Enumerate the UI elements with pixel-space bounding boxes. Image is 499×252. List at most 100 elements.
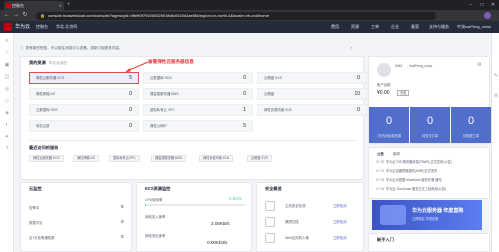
nav-resources[interactable]: 资源 [351, 21, 359, 33]
resource-cell[interactable]: 云硬盘 EVS 0 [257, 72, 367, 84]
resource-count: 0 [357, 107, 360, 113]
recent-service-chip[interactable]: 云硬盘 EVS [247, 155, 272, 162]
alarm-count[interactable]: 0 [121, 219, 124, 224]
recent-service-chip[interactable]: 弹性云服务器 ECS [29, 155, 64, 162]
resource-cell[interactable]: 裸金属服务器 BMS 0 [143, 88, 253, 100]
guide-card: 新手入门 [368, 233, 490, 252]
resource-cell[interactable]: 弹性伸缩 AS 0 [29, 88, 139, 100]
security-check-link[interactable]: 立即检测 [333, 219, 347, 224]
security-title: 安全概览 [265, 186, 282, 191]
settings-icon[interactable]: ✦ [4, 134, 10, 140]
ecs-monitor-card: ECS资源监控 CPU使用率 0.83% 网络流入速率 2.06KB/s 网络流… [136, 182, 252, 252]
security-icon[interactable]: ◈ [4, 110, 10, 116]
nav-console[interactable]: 控制台 [36, 21, 48, 33]
news-item[interactable]: 07-05 华为云 Dunzhuan 服务正式上线商用(公告) [376, 186, 446, 191]
chat-icon[interactable]: ✉ [493, 93, 499, 99]
recent-service-chip[interactable]: 虚拟私有云VPC [109, 155, 140, 162]
avatar[interactable] [377, 63, 391, 77]
divider [29, 140, 357, 141]
stat-unpaid-orders[interactable]: 0 待支付订单 [410, 107, 450, 143]
help-icon[interactable]: ? [4, 146, 10, 152]
browser-tab[interactable]: 控制台 ✕ [4, 1, 64, 10]
balance-label: 账户余额 [377, 83, 391, 87]
huawei-logo-icon[interactable] [4, 23, 12, 31]
forward-icon[interactable]: → [12, 11, 20, 20]
recent-service-chip[interactable]: 弹性负载均衡 ELB [199, 155, 234, 162]
recent-service-chip[interactable]: 裸金属服务器 BMS [151, 155, 186, 162]
resource-cell[interactable]: 域名注册 0 [29, 120, 139, 132]
security-label: Web应用防火墙 [285, 236, 309, 240]
resources-region: 华北-北京四 [48, 61, 67, 65]
resource-cell[interactable]: 虚拟私有云 VPC 1 [143, 104, 253, 116]
settings-gear-icon[interactable]: ⚙ [477, 62, 481, 68]
news-item[interactable]: 07-09 华为云大数据 ModelArts 服务开通 通知 [376, 177, 441, 182]
resource-label: 弹性负载均衡 ELB [264, 108, 292, 112]
minimize-icon[interactable]: – [466, 0, 476, 10]
resources-card: 我的资源 华北-北京四 弹性云服务器 ECS 5 云数据库 RDS 0 云硬盘 E… [20, 56, 367, 180]
back-icon[interactable]: ← [3, 11, 11, 20]
resource-cell[interactable]: 云数据库 RDS 0 [29, 104, 139, 116]
info-icon: ⓘ [20, 46, 24, 50]
database-icon[interactable]: ◇ [4, 98, 10, 104]
browser-profile-avatar[interactable] [484, 12, 491, 19]
alarm-label: 告警中 [29, 206, 40, 210]
monitor-icon[interactable]: ◐ [4, 122, 10, 128]
favorites-icon[interactable]: ☆ [4, 50, 10, 56]
huawei-favicon-icon [6, 3, 11, 8]
stat-renewal[interactable]: 0 7天内待续费资源 [369, 107, 409, 143]
brand-name[interactable]: 华为云 [15, 21, 30, 33]
maximize-icon[interactable]: □ [477, 0, 487, 10]
recent-services-title: 最近访问的服务 [29, 145, 59, 150]
nav-filing[interactable]: 备案 [411, 21, 419, 33]
notice-bar: ⓘ 您有新的短信，可以前往消息中心查看。或新订阅更多内容。 ✕ [20, 44, 360, 52]
resource-cell[interactable]: 弹性公网IP 5 [143, 120, 253, 132]
recharge-button[interactable]: 充值 [397, 90, 410, 96]
nav-enterprise[interactable]: 企业 [391, 21, 399, 33]
security-label: 漏洞扫描 [285, 220, 299, 224]
resource-count: 1 [243, 107, 246, 113]
network-icon[interactable]: ◎ [4, 86, 10, 92]
security-check-link[interactable]: 立即检测 [333, 235, 347, 240]
region-selector[interactable]: 华北-北京四 [56, 21, 77, 33]
web-firewall-icon [265, 233, 275, 243]
alarm-title: 云监控 [29, 186, 42, 191]
stat-caption: 待处理工单 [463, 134, 479, 138]
tab-announcements[interactable]: 公告 [377, 151, 384, 156]
security-label: 主机安全检测 [285, 204, 306, 208]
resource-cell-ecs[interactable]: 弹性云服务器 ECS 5 [29, 72, 139, 84]
stat-pending-tickets[interactable]: 0 待处理工单 [451, 107, 491, 143]
menu-icon[interactable]: ≡ [4, 38, 10, 44]
recent-service-chip[interactable]: 弹性伸缩 AS [73, 155, 99, 162]
alarm-count[interactable]: 0 [121, 234, 124, 239]
news-card: 公告 新闻 [368, 147, 490, 199]
security-check-link[interactable]: 立即检测 [333, 203, 347, 208]
resource-label: 云数据库 RDS [150, 76, 172, 80]
compute-icon[interactable]: ▣ [4, 62, 10, 68]
storage-icon[interactable]: ◫ [4, 74, 10, 80]
nav-support[interactable]: 支持与服务 [429, 21, 449, 33]
resource-cell[interactable]: 云硬盘 10 [257, 88, 367, 100]
alarm-count[interactable]: 0 [121, 204, 124, 209]
nav-tickets[interactable]: 工单 [371, 21, 379, 33]
cpu-usage-bar [145, 204, 245, 206]
close-tab-icon[interactable]: ✕ [59, 1, 62, 10]
news-item[interactable]: 07-25 华为云 EIS 服务器资源(TBW3) 正式发布(公告) [376, 159, 452, 164]
cpu-value: 0.83% [229, 196, 243, 201]
notice-close-icon[interactable]: ✕ [350, 44, 353, 52]
feedback-icon[interactable]: ✎ [493, 73, 499, 79]
tab-news[interactable]: 新闻 [393, 151, 400, 156]
stat-number: 0 [467, 115, 475, 127]
nav-username[interactable]: huaPeng_closs [464, 21, 491, 33]
news-item[interactable]: 07-19 华为云容器镜像服务(SWR)正式发布 [376, 168, 437, 173]
close-window-icon[interactable]: ✕ [488, 0, 498, 10]
promo-banner[interactable]: 华为云服务器 年度直购 立即购买 享受优惠 [372, 200, 482, 230]
new-tab-icon[interactable]: + [67, 1, 71, 9]
resource-cell[interactable]: 弹性负载均衡 ELB 0 [257, 104, 367, 116]
resource-count: 0 [243, 75, 246, 81]
address-bar[interactable]: 🔒 console.huaweicloud.com/console/?agenc… [36, 11, 436, 20]
resource-cell[interactable]: 云数据库 RDS 0 [143, 72, 253, 84]
nav-fees[interactable]: 费用 [331, 21, 339, 33]
reload-icon[interactable]: ↻ [21, 11, 29, 20]
resource-label: 弹性伸缩 AS [36, 92, 56, 96]
notice-text: 您有新的短信，可以前往消息中心查看。或新订阅更多内容。 [25, 46, 123, 50]
